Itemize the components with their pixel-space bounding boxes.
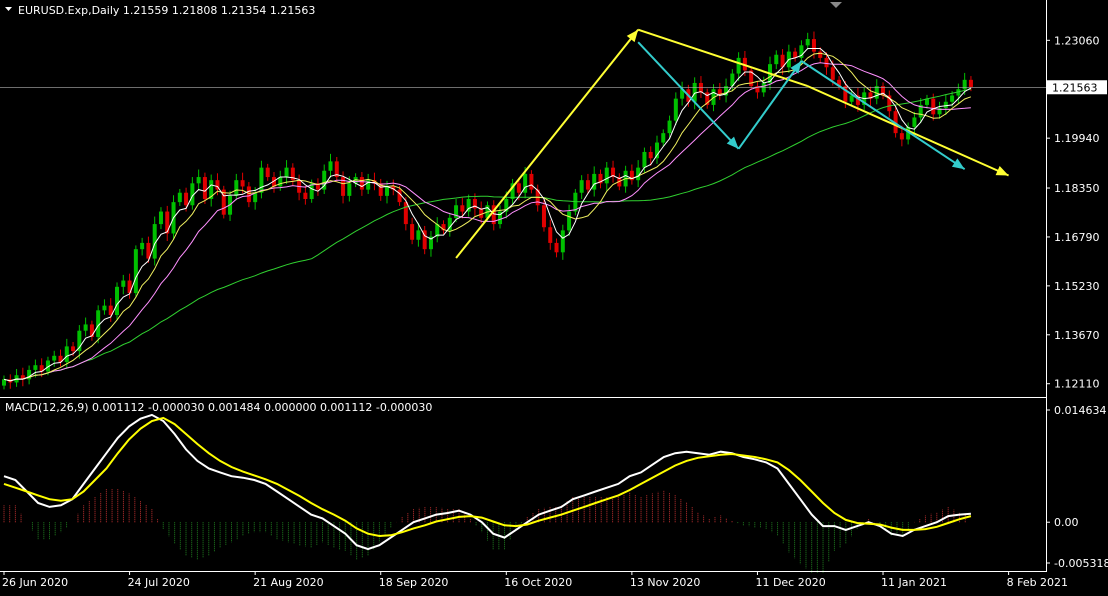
price-tick-label: 1.15230 (1054, 280, 1100, 293)
candle-body (818, 51, 823, 58)
candle-body (403, 202, 408, 225)
candle-body (661, 133, 666, 143)
candle-body (115, 286, 120, 316)
candle-body (541, 205, 546, 228)
candle-body (560, 230, 565, 253)
candle-body (698, 82, 703, 93)
chart-background (0, 0, 1108, 592)
macd-tick-label: 0.014634 (1054, 404, 1107, 417)
candle-body (202, 177, 207, 199)
candle-body (410, 224, 415, 240)
candle-body (943, 101, 948, 109)
candle-body (529, 173, 534, 190)
candle-body (931, 98, 936, 115)
candle-body (648, 151, 653, 159)
candle-body (359, 177, 364, 190)
candle-body (177, 192, 182, 203)
price-tick-label: 1.16790 (1054, 231, 1100, 244)
candle-body (102, 305, 107, 311)
price-tick-label: 1.12110 (1054, 378, 1100, 391)
candle-body (899, 133, 904, 140)
candle-body (71, 346, 76, 352)
candle-body (240, 180, 245, 187)
trading-chart[interactable]: 1.21563 1.23060 1.19940 1.18350 1.16790 1.152… (0, 0, 1108, 596)
time-tick-label: 8 Feb 2021 (1007, 576, 1068, 589)
candle-body (554, 242, 559, 253)
candle-body (33, 365, 38, 370)
candle-body (761, 82, 766, 93)
candle-body (774, 54, 779, 65)
price-tick-label: 1.18350 (1054, 182, 1100, 195)
time-tick-label: 18 Sep 2020 (379, 576, 449, 589)
candle-body (962, 79, 967, 90)
candle-body (121, 280, 126, 287)
chart-canvas[interactable]: 1.21563 1.23060 1.19940 1.18350 1.16790 1.152… (0, 0, 1108, 592)
candle-body (548, 227, 553, 243)
candle-body (140, 242, 145, 250)
time-tick-label: 13 Nov 2020 (630, 576, 700, 589)
candle-body (83, 324, 88, 331)
candle-body (830, 67, 835, 80)
candle-body (52, 355, 57, 361)
time-tick-label: 21 Aug 2020 (253, 576, 323, 589)
candle-body (165, 211, 170, 234)
candle-body (824, 57, 829, 68)
candle-body (347, 183, 352, 196)
time-tick-label: 11 Jan 2021 (881, 576, 947, 589)
candle-body (579, 180, 584, 193)
candle-body (259, 167, 264, 193)
candle-body (64, 346, 69, 363)
candle-body (592, 173, 597, 190)
candle-body (736, 57, 741, 74)
price-tick-label: 1.13670 (1054, 329, 1100, 342)
candle-body (460, 205, 465, 212)
time-tick-label: 11 Dec 2020 (755, 576, 825, 589)
candle-body (849, 95, 854, 102)
candle-body (184, 192, 189, 206)
time-tick-label: 26 Jun 2020 (2, 576, 68, 589)
candle-body (912, 117, 917, 127)
candle-body (567, 211, 572, 231)
candle-body (968, 79, 973, 88)
candle-body (133, 249, 138, 294)
candle-body (303, 192, 308, 199)
candle-body (673, 98, 678, 121)
candle-body (265, 167, 270, 178)
time-tick-label: 24 Jul 2020 (128, 576, 190, 589)
candle-body (667, 120, 672, 134)
candle-body (479, 208, 484, 218)
macd-tick-label: -0.005318 (1054, 557, 1108, 570)
symbol-info: EURUSD.Exp,Daily 1.21559 1.21808 1.21354… (18, 4, 315, 17)
price-tick-label: 1.19940 (1054, 132, 1100, 145)
macd-tick-label: 0.00 (1054, 516, 1079, 529)
candle-body (385, 186, 390, 196)
candle-body (2, 379, 6, 386)
candle-body (234, 180, 239, 196)
macd-info: MACD(12,26,9) 0.001112 -0.000030 0.00148… (5, 401, 432, 414)
candle-body (196, 177, 201, 184)
candle-body (416, 230, 421, 240)
candle-body (397, 189, 402, 203)
candle-body (328, 161, 333, 171)
candle-body (604, 167, 609, 184)
candle-body (516, 183, 521, 193)
time-tick-label: 16 Oct 2020 (504, 576, 572, 589)
candle-body (642, 151, 647, 168)
candle-body (284, 167, 289, 178)
candle-body (811, 39, 816, 52)
price-tick-label: 1.23060 (1054, 34, 1100, 47)
candle-body (585, 180, 590, 190)
candle-body (950, 95, 955, 102)
candle-body (805, 39, 810, 46)
current-price-label: 1.21563 (1052, 81, 1098, 94)
candle-body (246, 186, 251, 203)
candle-body (158, 211, 163, 225)
